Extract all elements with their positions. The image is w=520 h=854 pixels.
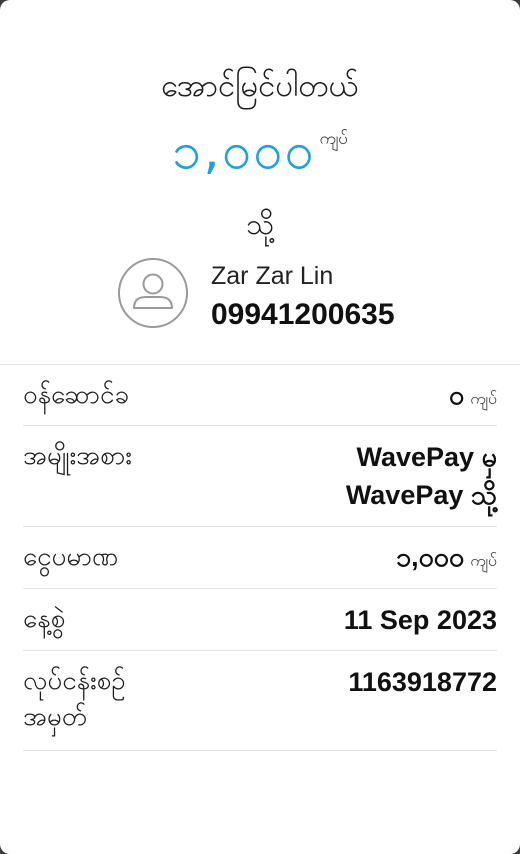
receipt-card: အောင်မြင်ပါတယ် ၁,၀၀၀ ကျပ် သို့ Zar Zar Li… (0, 0, 520, 854)
recipient-phone: 09941200635 (211, 298, 395, 331)
fee-value: ၀ ကျပ် (449, 376, 497, 418)
amount-detail-number: ၁,၀၀၀ (395, 542, 465, 572)
to-label: သို့ (245, 207, 275, 241)
fee-row: ဝန်ဆောင်ခ ၀ ကျပ် (23, 365, 497, 426)
amount-detail-unit: ကျပ် (470, 551, 497, 570)
amount-detail-value: ၁,၀၀၀ ကျပ် (396, 538, 497, 580)
date-label: နေ့စွဲ (23, 604, 66, 634)
type-value-from: WavePay မှ (356, 442, 498, 472)
fee-unit: ကျပ် (470, 389, 497, 408)
user-avatar-icon (118, 258, 188, 328)
amount-row: ငွေပမာဏ ၁,၀၀၀ ကျပ် (23, 527, 497, 589)
amount-label: ငွေပမာဏ (23, 542, 119, 572)
amount-unit: ကျပ် (319, 129, 349, 149)
fee-label: ဝန်ဆောင်ခ (23, 380, 130, 410)
type-value: WavePay မှ WavePay သို့ (346, 438, 497, 514)
transaction-details: ဝန်ဆောင်ခ ၀ကျပ် အမျိုးအစား WavePay မှ Wa… (23, 365, 497, 751)
transaction-id-label-line1: လုပ်ငန်းစဉ် (23, 666, 126, 696)
transaction-id-value: 1163918772 (348, 667, 497, 697)
transaction-id-label-line2: အမှတ် (23, 702, 88, 732)
success-title: အောင်မြင်ပါတယ် (161, 68, 359, 104)
type-value-to: WavePay သို့ (345, 480, 497, 510)
amount-display: ၁,၀၀၀ ကျပ် (0, 118, 520, 194)
amount-value: ၁,၀၀၀ (171, 121, 316, 181)
transaction-id-row: လုပ်ငန်းစဉ် အမှတ် 1163918772 (23, 651, 497, 751)
type-label: အမျိုးအစား (23, 441, 132, 471)
date-row: နေ့စွဲ 11 Sep 2023 (23, 589, 497, 651)
type-row: အမျိုးအစား WavePay မှ WavePay သို့ (23, 426, 497, 527)
date-value: 11 Sep 2023 (343, 605, 497, 635)
receipt-header: အောင်မြင်ပါတယ် ၁,၀၀၀ ကျပ် သို့ Zar Zar Li… (0, 0, 520, 364)
recipient-name: Zar Zar Lin (211, 262, 334, 290)
fee-amount: ၀ (449, 380, 465, 410)
transaction-id-label: လုပ်ငန်းစဉ် အမှတ် (23, 663, 126, 735)
